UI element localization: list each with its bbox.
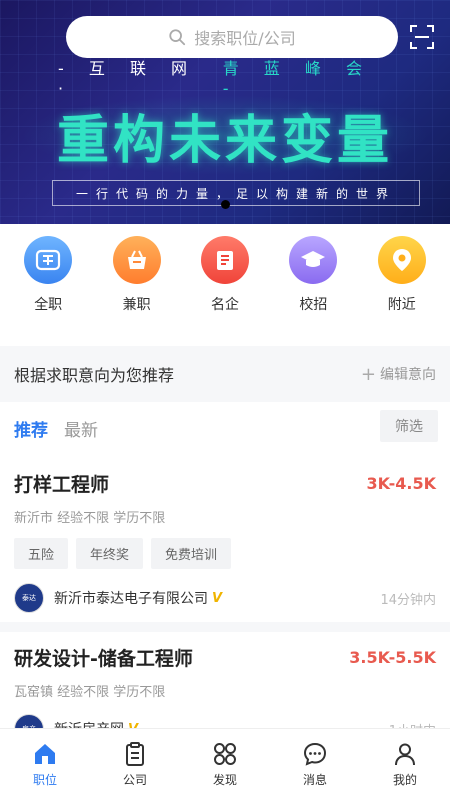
category-grid: 全职 兼职 名企 校招 附近 (0, 236, 450, 336)
chat-icon (303, 742, 327, 766)
location-pin-icon (377, 236, 426, 284)
category-nearby[interactable]: 附近 (367, 236, 437, 336)
search-icon (169, 29, 186, 46)
tab-latest[interactable]: 最新 (64, 416, 98, 441)
company-row: 泰达 新沂市泰达电子有限公司 V 14分钟内 (14, 583, 436, 613)
nav-label: 发现 (212, 773, 237, 787)
nav-label: 公司 (122, 773, 147, 787)
job-meta: 瓦窑镇 经验不限 学历不限 (14, 685, 166, 700)
basket-icon (112, 236, 161, 284)
category-famous-companies[interactable]: 名企 (190, 236, 260, 336)
edit-intent-label: 编辑意向 (380, 367, 436, 383)
category-label: 兼职 (122, 297, 151, 313)
nav-label: 消息 (302, 773, 327, 787)
verified-badge-icon: V (212, 590, 223, 606)
filter-button[interactable]: 筛选 (380, 410, 438, 442)
scan-icon[interactable] (409, 24, 435, 50)
category-fulltime[interactable]: 全职 (13, 236, 83, 336)
banner-headline: 重构未来变量 (56, 111, 393, 171)
recommend-header: 根据求职意向为您推荐 + 编辑意向 (0, 346, 450, 402)
category-label: 全职 (34, 297, 63, 313)
plus-icon: + (360, 363, 376, 385)
building-icon (200, 236, 249, 284)
nav-label: 我的 (392, 773, 417, 787)
bottom-nav: 职位 公司 发现 消息 我的 (0, 728, 450, 800)
company-logo: 泰达 (14, 583, 44, 613)
clipboard-icon (126, 742, 144, 766)
hire-icon (24, 236, 73, 284)
tab-recommend[interactable]: 推荐 (14, 416, 48, 441)
carousel-indicator[interactable] (221, 200, 230, 209)
job-card[interactable]: 打样工程师 3K-4.5K 新沂市 经验不限 学历不限 五险 年终奖 免费培训 … (0, 470, 450, 613)
grid-icon (214, 743, 236, 765)
category-parttime[interactable]: 兼职 (102, 236, 172, 336)
category-campus-recruit[interactable]: 校招 (278, 236, 348, 336)
nav-company[interactable]: 公司 (95, 741, 175, 788)
job-tag: 五险 (14, 538, 69, 569)
company-name: 新沂市泰达电子有限公司 (54, 591, 208, 607)
job-tag: 免费培训 (151, 538, 232, 569)
category-label: 名企 (210, 297, 239, 313)
job-title: 打样工程师 (14, 474, 110, 496)
edit-intent-button[interactable]: + 编辑意向 (361, 364, 436, 385)
job-salary: 3.5K-5.5K (349, 648, 436, 667)
nav-discover[interactable]: 发现 (185, 741, 265, 788)
home-icon (35, 744, 55, 764)
user-icon (395, 743, 415, 766)
nav-label: 职位 (32, 773, 57, 787)
job-tag: 年终奖 (76, 538, 144, 569)
job-meta: 新沂市 经验不限 学历不限 (14, 511, 166, 526)
job-title: 研发设计-储备工程师 (14, 648, 193, 670)
graduation-cap-icon (289, 236, 338, 284)
job-salary: 3K-4.5K (366, 474, 436, 493)
nav-messages[interactable]: 消息 (275, 741, 355, 788)
category-label: 附近 (387, 297, 416, 313)
search-placeholder: 搜索职位/公司 (194, 29, 296, 48)
card-divider (0, 622, 450, 632)
nav-jobs[interactable]: 职位 (5, 741, 85, 788)
banner-tagline: - 互 联 网 · 青 蓝 峰 会 - (58, 59, 398, 98)
post-time: 14分钟内 (380, 592, 436, 608)
category-label: 校招 (299, 297, 328, 313)
tagline-left: - 互 联 网 · (58, 58, 198, 98)
nav-profile[interactable]: 我的 (365, 741, 445, 788)
job-tabs: 推荐 最新 筛选 (0, 410, 450, 446)
tagline-right: 青 蓝 峰 会 - (222, 58, 372, 98)
recommend-title: 根据求职意向为您推荐 (14, 366, 175, 385)
promo-banner[interactable]: 搜索职位/公司 - 互 联 网 · 青 蓝 峰 会 - 重构未来变量 一行代码的… (0, 0, 450, 224)
banner-subline: 一行代码的力量，足以构建新的世界 (52, 180, 420, 206)
search-bar[interactable]: 搜索职位/公司 (66, 16, 398, 58)
job-tags: 五险 年终奖 免费培训 (14, 538, 436, 569)
